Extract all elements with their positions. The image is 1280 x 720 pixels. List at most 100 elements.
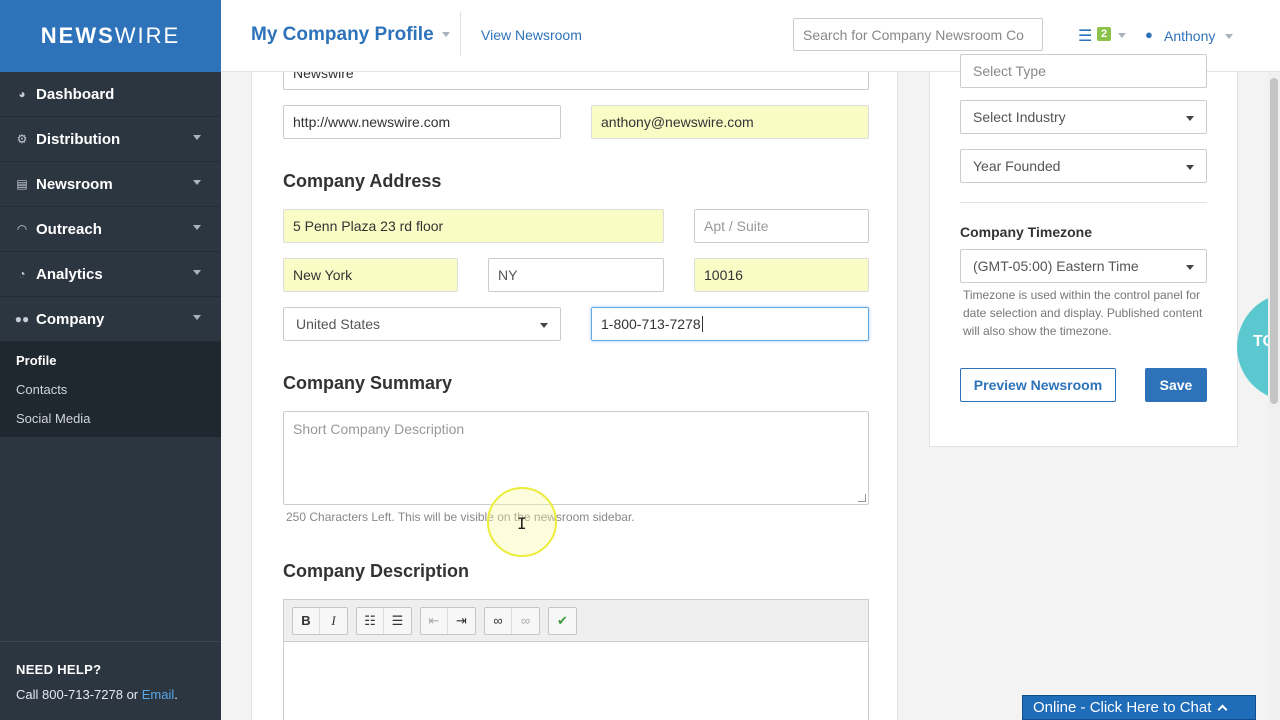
bold-icon[interactable]: B: [293, 607, 320, 634]
summary-hint: 250 Characters Left. This will be visibl…: [286, 510, 635, 524]
scrollbar-thumb[interactable]: [1270, 78, 1278, 404]
indent-group: ⇤ ⇥: [420, 606, 476, 635]
company-name-input[interactable]: Newswire: [283, 72, 869, 90]
state-input[interactable]: NY: [488, 258, 664, 292]
sidebar-item-label: Outreach: [36, 220, 102, 238]
phone-input[interactable]: 1-800-713-7278: [591, 307, 869, 341]
sidebar-item-label: Newsroom: [36, 175, 113, 193]
profile-form-panel: Newswire http://www.newswire.com anthony…: [251, 72, 898, 720]
subnav-item-contacts[interactable]: Contacts: [0, 375, 221, 404]
help-email-link[interactable]: Email: [142, 687, 175, 702]
company-summary-textarea[interactable]: Short Company Description: [283, 411, 869, 505]
industry-select-value: Select Industry: [973, 109, 1066, 125]
format-group: B I: [292, 606, 348, 635]
chevron-down-icon[interactable]: [1118, 33, 1126, 38]
link-icon[interactable]: ∞: [485, 607, 512, 634]
country-select[interactable]: United States: [283, 307, 561, 341]
chat-label: Online - Click Here to Chat: [1033, 699, 1212, 716]
sidebar-item-analytics[interactable]: ◔ Analytics: [0, 252, 221, 297]
email-input[interactable]: anthony@newswire.com: [591, 105, 869, 139]
sidebar-item-outreach[interactable]: ◠ Outreach: [0, 207, 221, 252]
user-menu[interactable]: Anthony: [1164, 28, 1215, 44]
header-divider: [460, 12, 461, 56]
timezone-help-text: Timezone is used within the control pane…: [963, 288, 1203, 338]
sidebar-item-distribution[interactable]: ⚙ Distribution: [0, 117, 221, 162]
resize-handle-icon[interactable]: [858, 494, 866, 502]
zip-input[interactable]: 10016: [694, 258, 869, 292]
type-select[interactable]: Select Type: [960, 54, 1207, 88]
help-box: NEED HELP? Call 800-713-7278 or Email.: [0, 641, 221, 720]
apt-suite-input[interactable]: Apt / Suite: [694, 209, 869, 243]
editor-toolbar: B I ☷ ☰ ⇤ ⇥ ∞ ∞ ✔: [284, 600, 868, 642]
logo-light-text: WIRE: [114, 23, 181, 48]
chevron-down-icon: [1186, 265, 1194, 270]
dashboard-icon: ◕: [18, 87, 26, 101]
user-icon: ●: [1145, 27, 1153, 42]
outdent-icon[interactable]: ⇤: [421, 607, 448, 634]
summary-placeholder: Short Company Description: [293, 421, 465, 437]
subnav-item-profile[interactable]: Profile: [0, 346, 221, 375]
rss-icon: ◠: [17, 222, 27, 236]
chevron-down-icon[interactable]: [1225, 34, 1233, 39]
preview-newsroom-button[interactable]: Preview Newsroom: [960, 368, 1116, 402]
text-cursor-icon: I: [517, 514, 527, 533]
page-title: My Company Profile: [251, 24, 434, 45]
logo-bold-text: NEWS: [40, 23, 115, 48]
indent-icon[interactable]: ⇥: [448, 608, 475, 634]
unlink-icon[interactable]: ∞: [512, 608, 539, 634]
chevron-down-icon: [193, 135, 201, 140]
page-title-dropdown[interactable]: My Company Profile: [251, 24, 450, 46]
pie-chart-icon: ◔: [18, 267, 26, 281]
subnav-item-social-media[interactable]: Social Media: [0, 404, 221, 433]
sidebar-item-label: Dashboard: [36, 85, 115, 103]
sidebar-item-dashboard[interactable]: ◕ Dashboard: [0, 72, 221, 117]
chevron-down-icon: [441, 32, 450, 38]
chevron-up-icon: [1217, 704, 1228, 715]
company-address-heading: Company Address: [283, 171, 442, 191]
panel-divider: [960, 202, 1207, 203]
website-input[interactable]: http://www.newswire.com: [283, 105, 561, 139]
company-subnav: Profile Contacts Social Media: [0, 342, 221, 437]
chevron-down-icon: [540, 323, 548, 328]
link-group: ∞ ∞: [484, 606, 540, 635]
year-founded-select[interactable]: Year Founded: [960, 149, 1207, 183]
chevron-down-icon: [193, 270, 201, 275]
country-select-value: United States: [296, 316, 381, 332]
timezone-select[interactable]: (GMT-05:00) Eastern Time: [960, 249, 1207, 283]
distribution-icon: ⚙: [16, 132, 28, 146]
chevron-down-icon: [193, 315, 201, 320]
newswire-logo[interactable]: NEWS WIRE: [0, 0, 221, 72]
help-phone-text: Call 800-713-7278 or: [16, 687, 142, 702]
newsroom-icon: ▤: [16, 177, 28, 191]
help-tail: .: [174, 687, 178, 702]
city-input[interactable]: New York: [283, 258, 458, 292]
numbered-list-icon[interactable]: ☷: [357, 607, 384, 634]
chat-widget-button[interactable]: Online - Click Here to Chat: [1022, 695, 1256, 720]
chevron-down-icon: [193, 225, 201, 230]
italic-icon[interactable]: I: [320, 608, 347, 634]
year-select-value: Year Founded: [973, 158, 1061, 174]
timezone-select-value: (GMT-05:00) Eastern Time: [973, 258, 1139, 274]
chevron-down-icon: [1186, 116, 1194, 121]
rich-text-editor[interactable]: B I ☷ ☰ ⇤ ⇥ ∞ ∞ ✔: [283, 599, 869, 720]
list-icon[interactable]: ☰: [1078, 26, 1092, 46]
view-newsroom-link[interactable]: View Newsroom: [481, 27, 582, 43]
users-icon: ●●: [14, 312, 30, 326]
bulleted-list-icon[interactable]: ☰: [384, 608, 411, 634]
sidebar-item-newsroom[interactable]: ▤ Newsroom: [0, 162, 221, 207]
type-select-value: Select Type: [973, 63, 1046, 79]
chevron-down-icon: [193, 180, 201, 185]
timezone-label: Company Timezone: [960, 224, 1092, 240]
street-input[interactable]: 5 Penn Plaza 23 rd floor: [283, 209, 664, 243]
industry-select[interactable]: Select Industry: [960, 100, 1207, 134]
sidebar-item-company[interactable]: ●● Company: [0, 297, 221, 342]
search-input[interactable]: [793, 18, 1043, 51]
help-title: NEED HELP?: [16, 662, 102, 677]
sidebar-item-label: Distribution: [36, 130, 121, 148]
save-button[interactable]: Save: [1145, 368, 1207, 402]
chevron-down-icon: [1186, 165, 1194, 170]
spellcheck-icon[interactable]: ✔: [549, 608, 576, 634]
notification-badge: 2: [1097, 27, 1112, 41]
company-description-heading: Company Description: [283, 561, 470, 581]
sidebar-item-label: Company: [36, 310, 105, 328]
